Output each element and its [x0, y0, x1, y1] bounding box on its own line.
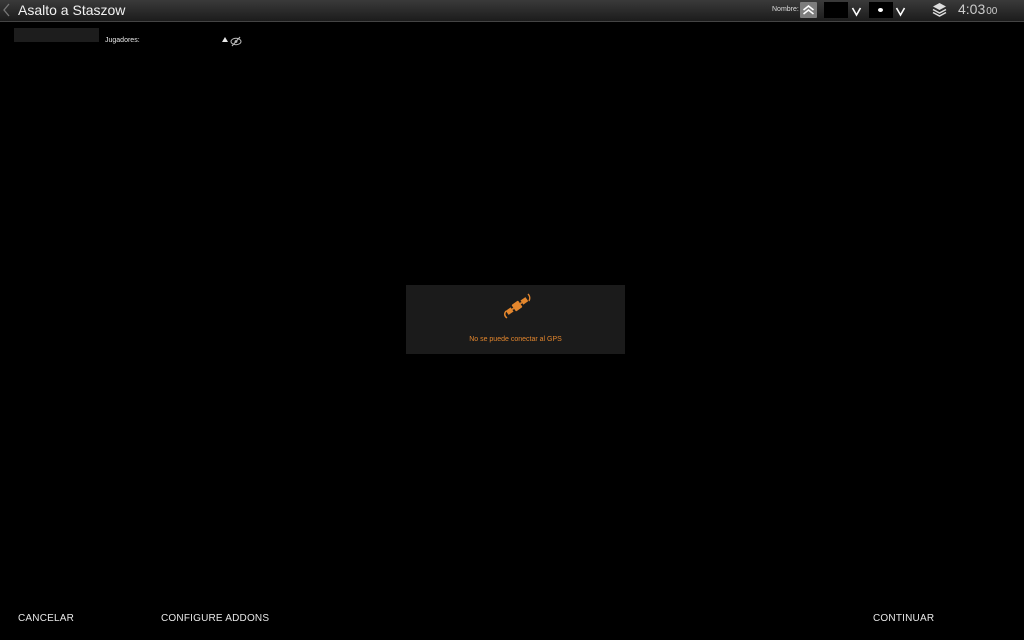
double-chevron-up-icon: [803, 4, 814, 15]
name-sort-label: Nombre:: [772, 6, 799, 13]
dot-icon: [878, 8, 883, 12]
color-select-box[interactable]: [824, 2, 848, 18]
gps-status-panel: No se puede conectar al GPS: [406, 285, 625, 354]
marker-select-box[interactable]: [869, 2, 893, 18]
top-bar: Asalto a Staszow Nombre: 4:0300: [0, 0, 1024, 22]
players-label: Jugadores:: [105, 37, 140, 44]
eye-hidden-icon[interactable]: [230, 34, 242, 47]
page-title: Asalto a Staszow: [18, 2, 126, 18]
back-chevron-icon[interactable]: [3, 3, 11, 17]
gps-error-message: No se puede conectar al GPS: [469, 336, 562, 343]
satellite-icon: [502, 291, 532, 321]
layers-icon[interactable]: [932, 2, 947, 18]
clock-time: 4:03: [958, 1, 986, 17]
triangle-up-icon[interactable]: [222, 37, 228, 42]
sort-up-button[interactable]: [800, 2, 817, 18]
chevron-down-icon[interactable]: [851, 4, 862, 17]
continue-button[interactable]: CONTINUAR: [873, 613, 934, 624]
cancel-button[interactable]: CANCELAR: [18, 613, 74, 624]
clock: 4:0300: [958, 1, 997, 19]
clock-seconds: 00: [986, 6, 998, 17]
chevron-down-icon[interactable]: [895, 4, 906, 17]
configure-addons-button[interactable]: CONFIGURE ADDONS: [161, 613, 269, 624]
name-input-box[interactable]: [14, 28, 99, 42]
